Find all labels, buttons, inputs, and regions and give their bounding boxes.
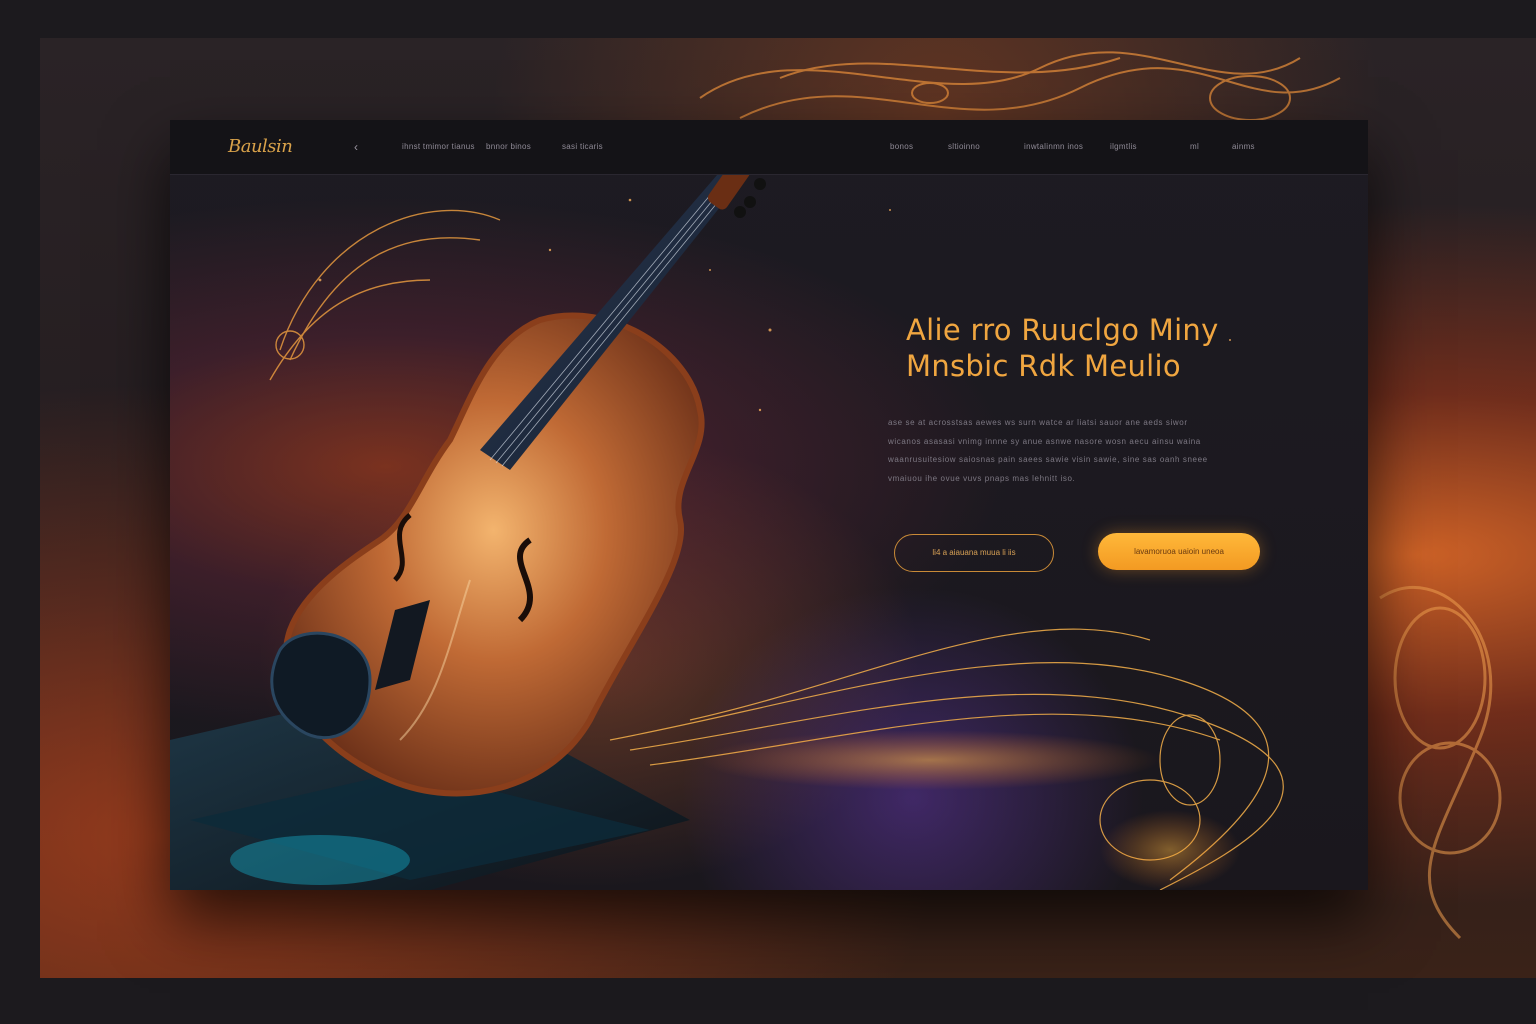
hero-description-line-3: waanrusuitesiow saiosnas pain saees sawi… — [888, 455, 1208, 464]
site-logo[interactable]: Baulsin — [228, 136, 293, 157]
nav-link-3[interactable]: sasi ticaris — [562, 142, 603, 151]
hero-title: Alie rro Ruuclgo Miny Mnsbic Rdk Meulio — [906, 312, 1286, 384]
primary-cta-button[interactable]: lavamoruoa uaioin uneoa — [1098, 533, 1260, 570]
left-swirl-lines — [269, 209, 501, 381]
hero-description-line-2: wicanos asasasi vnimg innne sy anue asnw… — [888, 436, 1201, 446]
nav-link-6[interactable]: inwtalinmn inos — [1024, 142, 1083, 151]
secondary-cta-button[interactable]: li4 a aiauana muua li iis — [894, 534, 1054, 572]
nav-link-1[interactable]: ihnst tmimor tianus — [402, 142, 475, 151]
hero-description: ase se at acrosstsas aewes ws surn watce… — [888, 414, 1268, 488]
nav-link-8[interactable]: ml — [1190, 142, 1199, 151]
hero-description-line-1: ase se at acrosstsas aewes ws surn watce… — [888, 418, 1188, 427]
hero-illustration — [170, 129, 1284, 890]
nav-link-7[interactable]: ilgmtlis — [1110, 142, 1137, 151]
website-window: Baulsin ‹ ihnst tmimor tianus bnnor bino… — [170, 120, 1368, 890]
hero-title-line-2: Mnsbic Rdk Meulio — [906, 349, 1181, 383]
nav-link-4[interactable]: bonos — [890, 142, 913, 151]
nav-link-5[interactable]: sltioinno — [948, 142, 980, 151]
nav-link-9[interactable]: ainms — [1232, 142, 1255, 151]
navbar: Baulsin ‹ ihnst tmimor tianus bnnor bino… — [170, 120, 1368, 175]
nav-link-2[interactable]: bnnor binos — [486, 142, 531, 151]
hero-title-line-1: Alie rro Ruuclgo Miny — [906, 313, 1219, 347]
hero-description-line-4: vmaiuou ihe ovue vuvs pnaps mas lehnitt … — [888, 473, 1076, 483]
back-chevron-icon[interactable]: ‹ — [354, 140, 364, 154]
violin — [270, 129, 766, 797]
